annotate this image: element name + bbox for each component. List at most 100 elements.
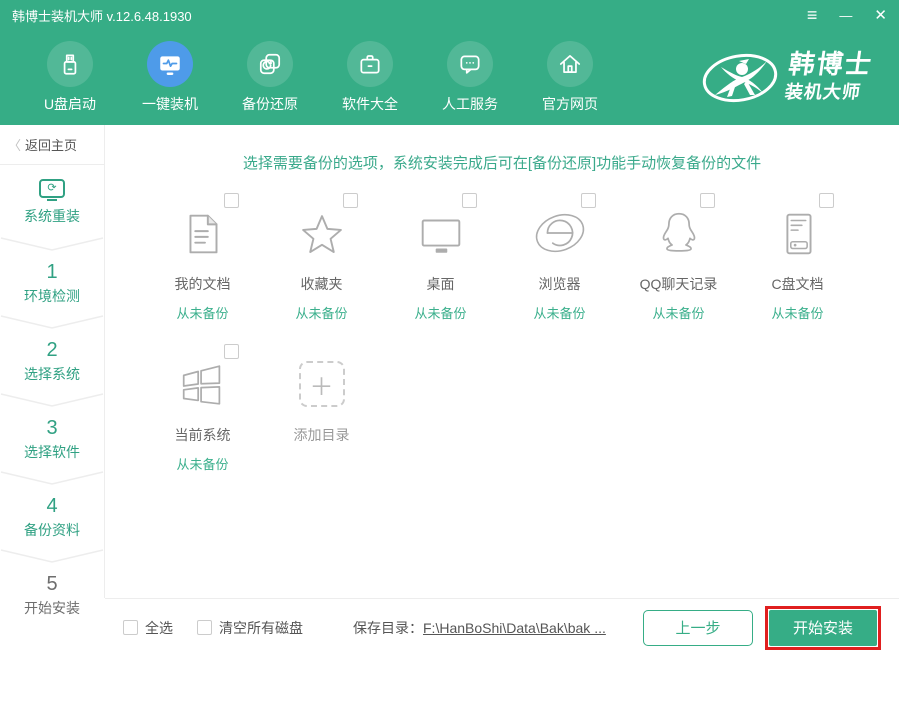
backup-item-checkbox[interactable]	[343, 193, 358, 208]
backup-item-checkbox[interactable]	[224, 344, 239, 359]
backup-item-browser[interactable]: 浏览器 从未备份	[500, 197, 619, 322]
page-title: 选择需要备份的选项，系统安装完成后可在[备份还原]功能手动恢复备份的文件	[105, 152, 899, 173]
titlebar: 韩博士装机大师 v.12.6.48.1930 ≡ — ✕	[0, 0, 899, 30]
step-chevron-divider	[0, 471, 105, 485]
back-chevron-icon: 〈	[8, 135, 21, 154]
ie-browser-icon	[533, 207, 587, 261]
backup-item-qq-chat-history[interactable]: QQ聊天记录 从未备份	[619, 197, 738, 322]
clear-all-disks-checkbox-group[interactable]: 清空所有磁盘	[197, 618, 303, 638]
nav-label: 一键装机	[142, 94, 198, 114]
backup-item-status: 从未备份	[176, 454, 228, 473]
save-directory-link[interactable]: F:\HanBoShi\Data\Bak\bak ...	[423, 620, 606, 636]
backup-item-status: 从未备份	[414, 303, 466, 322]
sidebar: 〈 返回主页 ⟳ 系统重装 1 环境检测 2 选择系统	[0, 125, 105, 598]
desktop-icon	[414, 207, 468, 261]
backup-items-grid: 我的文档 从未备份 收藏夹 从未备份	[105, 197, 899, 499]
step-chevron-divider	[0, 549, 105, 563]
nav-circle	[247, 41, 293, 87]
windows-icon	[176, 358, 230, 412]
menu-icon[interactable]: ≡	[807, 6, 818, 24]
backup-item-checkbox[interactable]	[581, 193, 596, 208]
back-to-home-link[interactable]: 〈 返回主页	[0, 125, 104, 165]
step-label: 选择软件	[0, 442, 104, 462]
close-icon[interactable]: ✕	[874, 8, 887, 23]
nav-item-usb-boot[interactable]: U盘启动	[20, 41, 120, 114]
select-all-checkbox[interactable]	[123, 620, 138, 635]
header: U盘启动 一键装机	[0, 30, 899, 125]
main-content: 选择需要备份的选项，系统安装完成后可在[备份还原]功能手动恢复备份的文件 我的文…	[105, 125, 899, 598]
nav-circle	[547, 41, 593, 87]
plus-icon: ＋	[299, 361, 345, 407]
start-install-button[interactable]: 开始安装	[769, 610, 877, 646]
backup-item-name: C盘文档	[771, 274, 823, 294]
sidebar-step-select-software[interactable]: 3 选择软件	[0, 409, 104, 461]
sidebar-step-start-install[interactable]: 5 开始安装	[0, 565, 104, 617]
step-number: 4	[0, 495, 104, 518]
backup-item-desktop[interactable]: 桌面 从未备份	[381, 197, 500, 322]
step-chevron-divider	[0, 393, 105, 407]
icon-wrap	[524, 197, 596, 261]
nav-item-software-library[interactable]: 软件大全	[320, 41, 420, 114]
body-area: 〈 返回主页 ⟳ 系统重装 1 环境检测 2 选择系统	[0, 125, 899, 598]
app-window: 韩博士装机大师 v.12.6.48.1930 ≡ — ✕ U盘启动	[0, 0, 899, 709]
star-icon	[295, 207, 349, 261]
add-directory-button[interactable]: ＋ 添加目录	[262, 348, 381, 473]
c-drive-doc-icon	[771, 207, 825, 261]
sidebar-reinstall-label: 系统重装	[0, 206, 104, 226]
sidebar-step-backup-data[interactable]: 4 备份资料	[0, 487, 104, 539]
select-all-checkbox-group[interactable]: 全选	[123, 618, 173, 638]
nav-item-customer-service[interactable]: 人工服务	[420, 41, 520, 114]
icon-wrap	[405, 197, 477, 261]
footer-bar: 全选 清空所有磁盘 保存目录： F:\HanBoShi\Data\Bak\bak…	[105, 598, 899, 656]
backup-item-favorites[interactable]: 收藏夹 从未备份	[262, 197, 381, 322]
previous-step-button[interactable]: 上一步	[643, 610, 753, 646]
nav-item-backup-restore[interactable]: 备份还原	[220, 41, 320, 114]
nav-circle	[147, 41, 193, 87]
minimize-icon[interactable]: —	[839, 9, 852, 22]
backup-restore-icon	[257, 51, 283, 77]
backup-item-checkbox[interactable]	[462, 193, 477, 208]
main-nav: U盘启动 一键装机	[20, 41, 620, 114]
backup-item-current-system[interactable]: 当前系统 从未备份	[143, 348, 262, 473]
nav-label: 软件大全	[342, 94, 398, 114]
backup-item-name: 当前系统	[175, 425, 231, 445]
backup-item-status: 从未备份	[771, 303, 823, 322]
icon-wrap	[167, 197, 239, 261]
backup-item-my-documents[interactable]: 我的文档 从未备份	[143, 197, 262, 322]
backup-item-checkbox[interactable]	[819, 193, 834, 208]
icon-wrap	[286, 197, 358, 261]
backup-item-name: 浏览器	[539, 274, 581, 294]
backup-item-name: 收藏夹	[301, 274, 343, 294]
step-chevron-divider	[0, 315, 105, 329]
nav-label: 备份还原	[242, 94, 298, 114]
icon-wrap	[762, 197, 834, 261]
clear-all-disks-checkbox[interactable]	[197, 620, 212, 635]
step-label: 备份资料	[0, 520, 104, 540]
backup-item-checkbox[interactable]	[224, 193, 239, 208]
brand-logo: 韩博士 装机大师	[701, 51, 871, 105]
backup-item-status: 从未备份	[652, 303, 704, 322]
system-reinstall-icon: ⟳	[39, 179, 65, 198]
sidebar-step-environment-check[interactable]: 1 环境检测	[0, 253, 104, 305]
step-number: 2	[0, 339, 104, 362]
red-highlight-annotation: 开始安装	[765, 606, 881, 650]
monitor-pulse-icon	[157, 51, 183, 77]
icon-wrap	[643, 197, 715, 261]
sidebar-item-system-reinstall[interactable]: ⟳ 系统重装	[0, 165, 104, 227]
backup-item-checkbox[interactable]	[700, 193, 715, 208]
window-title: 韩博士装机大师 v.12.6.48.1930	[12, 6, 192, 25]
nav-label: 官方网页	[542, 94, 598, 114]
clear-all-disks-label: 清空所有磁盘	[219, 618, 303, 638]
nav-item-one-key-install[interactable]: 一键装机	[120, 41, 220, 114]
backup-item-status: 从未备份	[295, 303, 347, 322]
backup-item-c-drive-documents[interactable]: C盘文档 从未备份	[738, 197, 857, 322]
step-number: 1	[0, 261, 104, 284]
icon-wrap: ＋	[286, 348, 358, 412]
window-controls: ≡ — ✕	[807, 6, 887, 24]
brand-emblem-icon	[701, 51, 779, 105]
usb-icon	[57, 51, 83, 77]
sidebar-step-select-system[interactable]: 2 选择系统	[0, 331, 104, 383]
nav-item-official-website[interactable]: 官方网页	[520, 41, 620, 114]
backup-item-status: 从未备份	[176, 303, 228, 322]
backup-item-name: 我的文档	[175, 274, 231, 294]
